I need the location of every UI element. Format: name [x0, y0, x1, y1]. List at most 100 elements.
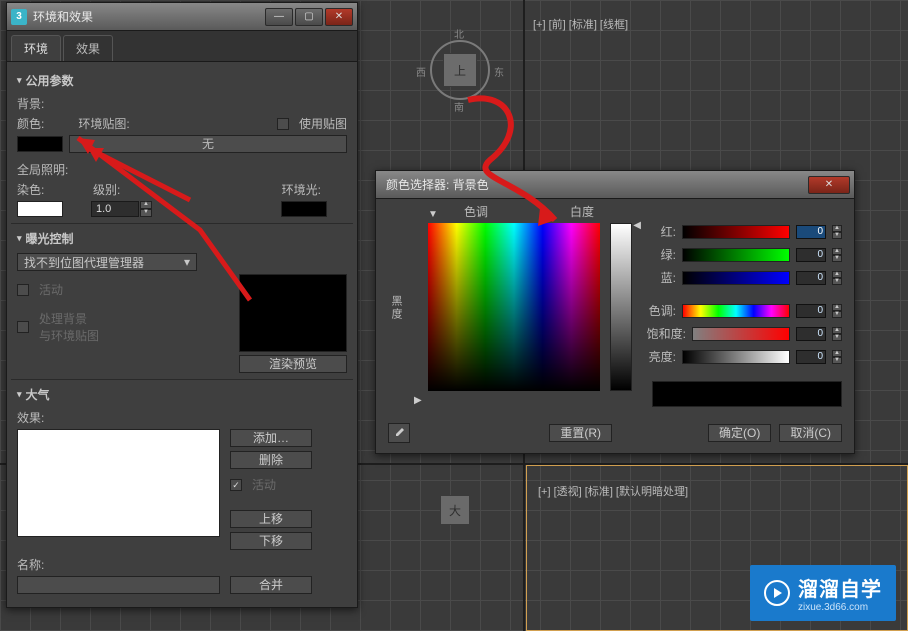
- spinner-up-icon[interactable]: ▲: [832, 271, 842, 278]
- spinner-down-icon[interactable]: ▼: [140, 209, 152, 217]
- label-green: 绿:: [642, 246, 676, 263]
- checkbox-active-exposure[interactable]: [17, 284, 29, 296]
- spinner-up-icon[interactable]: ▲: [832, 350, 842, 357]
- tint-color-swatch[interactable]: [17, 201, 63, 217]
- merge-button[interactable]: 合并: [230, 576, 312, 594]
- compass-east: 东: [494, 64, 504, 79]
- background-color-swatch[interactable]: [17, 136, 63, 152]
- delete-effect-button[interactable]: 删除: [230, 451, 312, 469]
- reset-button[interactable]: 重置(R): [549, 424, 612, 442]
- view-compass[interactable]: 上 北 南 东 西: [420, 30, 500, 110]
- hue-value[interactable]: 0: [796, 304, 826, 318]
- viewport-label-top[interactable]: [+] [前] [标准] [线框]: [533, 16, 628, 32]
- effect-name-input[interactable]: [17, 576, 220, 594]
- cancel-button[interactable]: 取消(C): [779, 424, 842, 442]
- spinner-down-icon[interactable]: ▼: [832, 278, 842, 285]
- level-input[interactable]: [91, 201, 139, 217]
- eyedropper-icon: [393, 427, 405, 439]
- label-blue: 蓝:: [642, 269, 676, 286]
- render-preview-button[interactable]: 渲染预览: [239, 355, 347, 373]
- hue-marker-icon: ▼: [428, 209, 438, 220]
- label-blackness: 黑度: [388, 295, 404, 321]
- val-slider[interactable]: [682, 350, 790, 364]
- blue-value[interactable]: 0: [796, 271, 826, 285]
- spinner-up-icon[interactable]: ▲: [832, 225, 842, 232]
- sat-value[interactable]: 0: [796, 327, 826, 341]
- label-tint: 染色:: [17, 181, 51, 198]
- label-process-bg: 处理背景 与环境贴图: [39, 310, 99, 344]
- minimize-button[interactable]: —: [265, 8, 293, 26]
- whiteness-handle-icon: ◀: [633, 220, 641, 231]
- val-value[interactable]: 0: [796, 350, 826, 364]
- ambient-color-swatch[interactable]: [281, 201, 327, 217]
- spinner-down-icon[interactable]: ▼: [832, 334, 842, 341]
- spinner-up-icon[interactable]: ▲: [832, 327, 842, 334]
- picker-close-button[interactable]: ✕: [808, 176, 850, 194]
- viewcube-face-top[interactable]: 上: [443, 53, 477, 87]
- hue-saturation-field[interactable]: [428, 223, 600, 391]
- value-marker-icon: ▶: [414, 395, 422, 406]
- app-icon: 3: [11, 9, 27, 25]
- tab-effects[interactable]: 效果: [63, 35, 113, 61]
- label-effects: 效果:: [17, 409, 44, 426]
- watermark-sub: zixue.3d66.com: [798, 602, 882, 613]
- label-red: 红:: [642, 223, 676, 240]
- spinner-up-icon[interactable]: ▲: [140, 201, 152, 209]
- effects-listbox[interactable]: [17, 429, 220, 537]
- label-env-map: 环境贴图:: [78, 115, 129, 132]
- spinner-down-icon[interactable]: ▼: [832, 232, 842, 239]
- move-down-button[interactable]: 下移: [230, 532, 312, 550]
- spinner-down-icon[interactable]: ▼: [832, 357, 842, 364]
- move-up-button[interactable]: 上移: [230, 510, 312, 528]
- red-value[interactable]: 0: [796, 225, 826, 239]
- exposure-selector[interactable]: 找不到位图代理管理器▾: [17, 253, 197, 271]
- checkbox-effect-active[interactable]: [230, 479, 242, 491]
- spinner-up-icon[interactable]: ▲: [832, 304, 842, 311]
- spinner-down-icon[interactable]: ▼: [832, 311, 842, 318]
- sat-slider[interactable]: [692, 327, 790, 341]
- watermark: 溜溜自学 zixue.3d66.com: [750, 565, 896, 621]
- green-slider[interactable]: [682, 248, 790, 262]
- viewport-label-bottom[interactable]: [+] [透视] [标准] [默认明暗处理]: [538, 483, 688, 499]
- env-titlebar[interactable]: 3 环境和效果 — ▢ ✕: [7, 3, 357, 31]
- watermark-brand: 溜溜自学: [798, 573, 882, 602]
- label-level: 级别:: [93, 181, 120, 198]
- green-value[interactable]: 0: [796, 248, 826, 262]
- ok-button[interactable]: 确定(O): [708, 424, 771, 442]
- blue-slider[interactable]: [682, 271, 790, 285]
- tab-environment[interactable]: 环境: [11, 35, 61, 61]
- label-ambient: 环境光:: [282, 181, 321, 198]
- label-sat: 饱和度:: [642, 325, 686, 342]
- label-name: 名称:: [17, 556, 44, 573]
- maximize-button[interactable]: ▢: [295, 8, 323, 26]
- rollout-exposure[interactable]: 曝光控制: [17, 230, 347, 247]
- rollout-common-params[interactable]: 公用参数: [17, 72, 347, 89]
- env-tabs: 环境 效果: [7, 31, 357, 62]
- picker-titlebar[interactable]: 颜色选择器: 背景色 ✕: [376, 171, 854, 199]
- play-icon: [764, 580, 790, 606]
- exposure-preview: [239, 274, 347, 352]
- hue-slider[interactable]: [682, 304, 790, 318]
- viewcube-perspective[interactable]: 大: [440, 495, 470, 525]
- current-color-swatch: [652, 381, 842, 407]
- eyedropper-button[interactable]: [388, 423, 410, 443]
- level-spinner[interactable]: ▲▼: [91, 201, 152, 217]
- env-title: 环境和效果: [33, 8, 265, 25]
- rollout-atmosphere[interactable]: 大气: [17, 386, 347, 403]
- add-effect-button[interactable]: 添加…: [230, 429, 312, 447]
- picker-title: 颜色选择器: 背景色: [386, 176, 808, 193]
- close-button[interactable]: ✕: [325, 8, 353, 26]
- compass-north: 北: [454, 26, 464, 41]
- spinner-up-icon[interactable]: ▲: [832, 248, 842, 255]
- whiteness-slider[interactable]: ◀: [610, 223, 632, 391]
- environment-dialog: 3 环境和效果 — ▢ ✕ 环境 效果 公用参数 背景: 颜色: 环境贴图: 使…: [6, 2, 358, 608]
- compass-south: 南: [454, 99, 464, 114]
- red-slider[interactable]: [682, 225, 790, 239]
- label-global-light: 全局照明:: [17, 161, 68, 178]
- label-color: 颜色:: [17, 115, 44, 132]
- env-map-button[interactable]: 无: [69, 135, 347, 153]
- checkbox-use-map[interactable]: [277, 118, 289, 130]
- color-picker-dialog: 颜色选择器: 背景色 ✕ 色调 白度 黑度 ▼ ▶ ◀ 红: 0 ▲▼ 绿:: [375, 170, 855, 454]
- spinner-down-icon[interactable]: ▼: [832, 255, 842, 262]
- checkbox-process-bg[interactable]: [17, 321, 29, 333]
